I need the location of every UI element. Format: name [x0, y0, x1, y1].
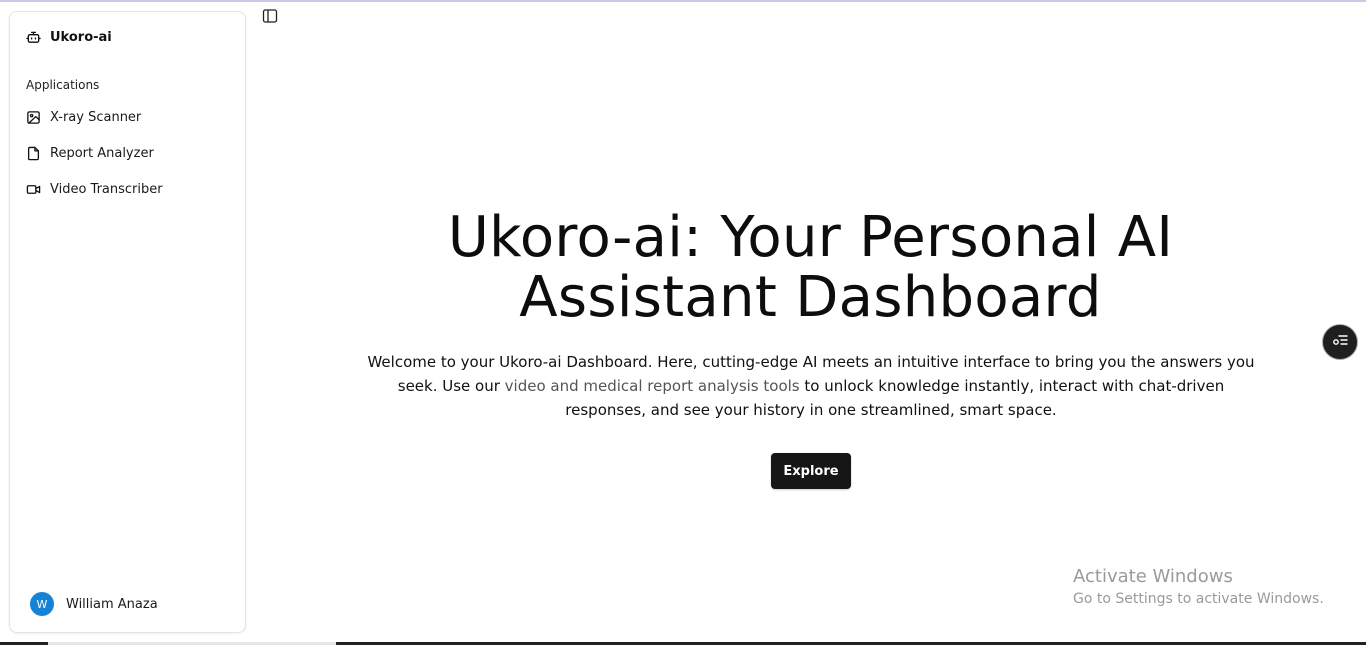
- file-icon: [26, 146, 41, 161]
- tools-link[interactable]: video and medical report analysis tools: [505, 377, 800, 395]
- sidebar-item-xray-scanner[interactable]: X-ray Scanner: [18, 102, 238, 132]
- hero-section: Ukoro-ai: Your Personal AI Assistant Das…: [255, 0, 1366, 640]
- hero-description: Welcome to your Ukoro-ai Dashboard. Here…: [367, 350, 1255, 422]
- watermark-subtitle: Go to Settings to activate Windows.: [1073, 591, 1324, 607]
- windows-activation-watermark: Activate Windows Go to Settings to activ…: [1073, 566, 1324, 610]
- floating-settings-button[interactable]: [1322, 324, 1358, 360]
- sidebar-item-label: Video Transcriber: [50, 181, 163, 197]
- sidebar: Ukoro-ai Applications X-ray Scanner Repo…: [9, 11, 246, 633]
- sidebar-item-label: X-ray Scanner: [50, 109, 142, 125]
- sidebar-item-video-transcriber[interactable]: Video Transcriber: [18, 174, 238, 204]
- sidebar-item-label: Report Analyzer: [50, 145, 154, 161]
- image-icon: [26, 110, 41, 125]
- brand-name: Ukoro-ai: [50, 29, 112, 45]
- title-line-2: Assistant Dashboard: [519, 265, 1102, 330]
- bot-icon: [26, 30, 41, 45]
- page-title: Ukoro-ai: Your Personal AI Assistant Das…: [255, 208, 1366, 328]
- watermark-title: Activate Windows: [1073, 566, 1233, 587]
- applications-section-label: Applications: [26, 78, 100, 92]
- sidebar-brand[interactable]: Ukoro-ai: [26, 28, 112, 46]
- settings-list-icon: [1330, 330, 1350, 354]
- video-icon: [26, 182, 41, 197]
- user-name: William Anaza: [66, 596, 158, 612]
- sidebar-item-report-analyzer[interactable]: Report Analyzer: [18, 138, 238, 168]
- user-profile[interactable]: W William Anaza: [30, 592, 158, 616]
- explore-button[interactable]: Explore: [771, 453, 851, 489]
- title-line-1: Ukoro-ai: Your Personal AI: [447, 205, 1174, 270]
- avatar: W: [30, 592, 54, 616]
